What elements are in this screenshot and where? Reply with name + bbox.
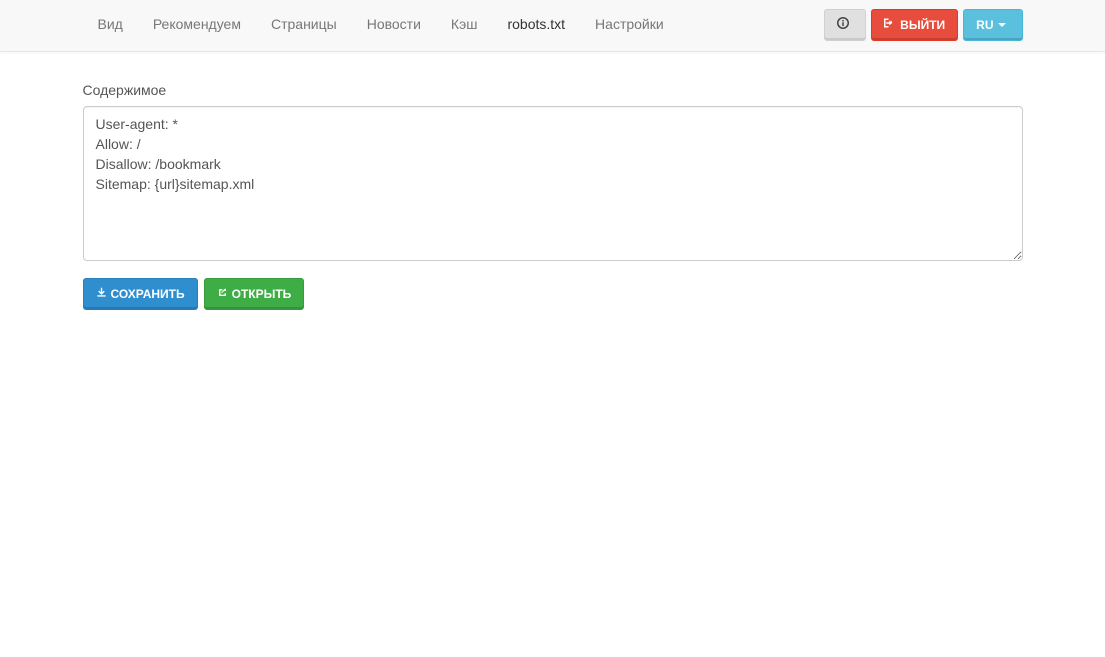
info-button[interactable] <box>824 9 866 41</box>
chevron-down-icon <box>998 23 1006 27</box>
nav-item-robots[interactable]: robots.txt <box>492 0 580 48</box>
language-label: RU <box>976 16 993 34</box>
nav-item-settings[interactable]: Настройки <box>580 0 679 48</box>
download-icon <box>96 285 111 303</box>
nav-tabs: Вид Рекомендуем Страницы Новости Кэш rob… <box>83 0 679 48</box>
content-label: Содержимое <box>83 82 1023 98</box>
nav-item-recommend[interactable]: Рекомендуем <box>138 0 256 48</box>
info-icon <box>837 16 853 34</box>
save-button[interactable]: Сохранить <box>83 278 198 310</box>
top-navbar: Вид Рекомендуем Страницы Новости Кэш rob… <box>0 0 1105 52</box>
open-label: Открыть <box>232 285 292 303</box>
language-button[interactable]: RU <box>963 9 1022 41</box>
logout-label: Выйти <box>900 16 945 34</box>
nav-item-view[interactable]: Вид <box>83 0 138 48</box>
signout-icon <box>884 16 900 34</box>
logout-button[interactable]: Выйти <box>871 9 958 41</box>
action-row: Сохранить Открыть <box>83 278 1023 310</box>
main-content: Содержимое Сохранить Открыть <box>83 52 1023 340</box>
robots-textarea[interactable] <box>83 106 1023 261</box>
external-link-icon <box>217 285 232 303</box>
open-button[interactable]: Открыть <box>204 278 305 310</box>
nav-item-news[interactable]: Новости <box>352 0 436 48</box>
save-label: Сохранить <box>111 285 185 303</box>
nav-item-cache[interactable]: Кэш <box>436 0 493 48</box>
nav-item-pages[interactable]: Страницы <box>256 0 352 48</box>
